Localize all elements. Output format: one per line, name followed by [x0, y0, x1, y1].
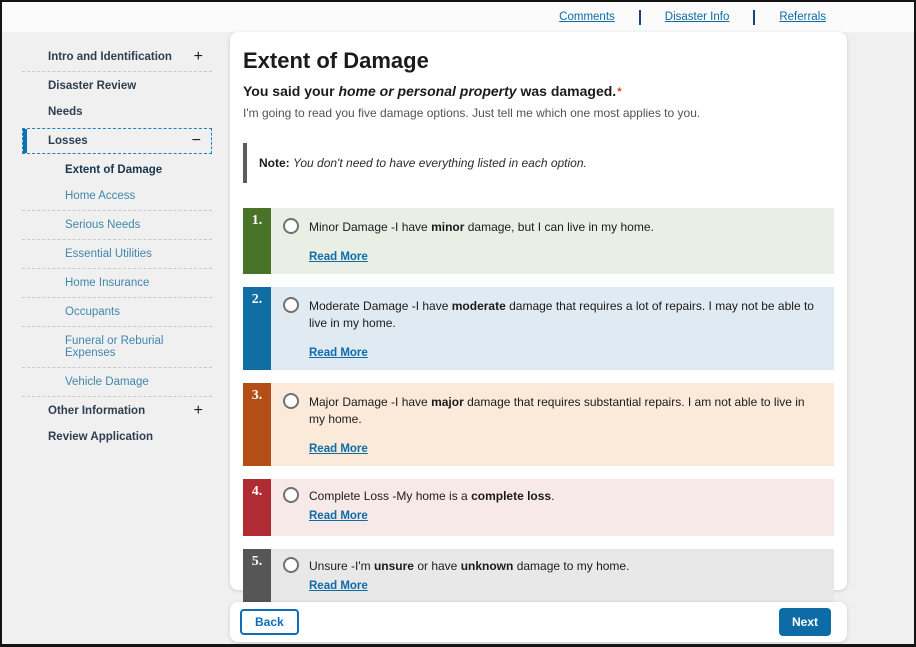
- plus-icon[interactable]: +: [194, 406, 203, 416]
- navigation-footer: Back Next: [230, 602, 847, 642]
- sidebar-item-serious-needs[interactable]: Serious Needs: [22, 212, 212, 238]
- sidebar-item-label: Home Access: [65, 190, 135, 202]
- read-more-link[interactable]: Read More: [309, 510, 368, 522]
- question-text-italic: home or personal property: [338, 83, 516, 99]
- note-callout: Note: You don't need to have everything …: [243, 143, 834, 183]
- option-minor-damage: 1. Minor Damage -I have minor damage, bu…: [243, 208, 834, 274]
- read-more-link[interactable]: Read More: [309, 580, 368, 592]
- option-text: Complete Loss -My home is a complete los…: [309, 487, 554, 505]
- referrals-link[interactable]: Referrals: [779, 11, 826, 23]
- radio-button[interactable]: [283, 487, 299, 503]
- radio-button[interactable]: [283, 393, 299, 409]
- sidebar-item-label: Home Insurance: [65, 277, 149, 289]
- divider: [22, 268, 212, 269]
- application-window: Comments Disaster Info Referrals Intro a…: [0, 0, 916, 647]
- radio-button[interactable]: [283, 557, 299, 573]
- next-button[interactable]: Next: [779, 608, 831, 636]
- main-content-card: Extent of Damage You said your home or p…: [230, 32, 847, 590]
- sidebar-item-label: Funeral or Reburial Expenses: [65, 335, 203, 359]
- divider: [22, 297, 212, 298]
- option-text: Minor Damage -I have minor damage, but I…: [309, 218, 654, 236]
- sidebar-item-label: Intro and Identification: [48, 51, 172, 63]
- sidebar-item-label: Occupants: [65, 306, 120, 318]
- divider: [753, 10, 755, 25]
- sidebar-item-label: Vehicle Damage: [65, 376, 149, 388]
- read-more-link[interactable]: Read More: [309, 251, 368, 263]
- divider: [22, 367, 212, 368]
- damage-options-list: 1. Minor Damage -I have minor damage, bu…: [243, 208, 834, 606]
- instruction-text: I'm going to read you five damage option…: [243, 106, 834, 120]
- sidebar-item-home-access[interactable]: Home Access: [22, 183, 212, 209]
- top-navigation-bar: Comments Disaster Info Referrals: [2, 2, 914, 32]
- read-more-link[interactable]: Read More: [309, 443, 368, 455]
- sidebar-item-label: Extent of Damage: [65, 164, 162, 176]
- option-complete-loss: 4. Complete Loss -My home is a complete …: [243, 479, 834, 536]
- sidebar-item-intro-and-identification[interactable]: Intro and Identification +: [22, 44, 212, 70]
- question-text-part: You said your: [243, 83, 338, 99]
- option-row: Complete Loss -My home is a complete los…: [271, 479, 834, 536]
- divider: [22, 71, 212, 72]
- sidebar-item-label: Losses: [48, 135, 88, 147]
- comments-link[interactable]: Comments: [559, 11, 615, 23]
- divider: [639, 10, 641, 25]
- sidebar-item-label: Review Application: [48, 431, 153, 443]
- note-label: Note:: [259, 156, 290, 170]
- note-text: You don't need to have everything listed…: [293, 156, 587, 170]
- read-more-link[interactable]: Read More: [309, 347, 368, 359]
- sidebar-item-disaster-review[interactable]: Disaster Review: [22, 73, 212, 99]
- option-text: Unsure -I'm unsure or have unknown damag…: [309, 557, 629, 575]
- option-number: 1.: [243, 208, 271, 274]
- option-number: 5.: [243, 549, 271, 606]
- radio-button[interactable]: [283, 218, 299, 234]
- sidebar-item-occupants[interactable]: Occupants: [22, 299, 212, 325]
- option-moderate-damage: 2. Moderate Damage -I have moderate dama…: [243, 287, 834, 370]
- option-row: Unsure -I'm unsure or have unknown damag…: [271, 549, 834, 606]
- sidebar-item-label: Serious Needs: [65, 219, 140, 231]
- sidebar-item-other-information[interactable]: Other Information +: [22, 398, 212, 424]
- divider: [22, 210, 212, 211]
- radio-button[interactable]: [283, 297, 299, 313]
- sidebar-item-needs[interactable]: Needs: [22, 99, 212, 125]
- sidebar-item-label: Disaster Review: [48, 80, 136, 92]
- sidebar-item-funeral-or-reburial-expenses[interactable]: Funeral or Reburial Expenses: [22, 328, 212, 366]
- sidebar-item-home-insurance[interactable]: Home Insurance: [22, 270, 212, 296]
- active-section-bar: [23, 129, 27, 153]
- back-button[interactable]: Back: [240, 609, 299, 635]
- option-major-damage: 3. Major Damage -I have major damage tha…: [243, 383, 834, 466]
- plus-icon[interactable]: +: [194, 52, 203, 62]
- option-number: 2.: [243, 287, 271, 370]
- sidebar-item-label: Needs: [48, 106, 83, 118]
- question-text: You said your home or personal property …: [243, 83, 834, 99]
- sidebar-item-extent-of-damage[interactable]: Extent of Damage: [22, 157, 212, 183]
- divider: [22, 396, 212, 397]
- option-row: Moderate Damage -I have moderate damage …: [271, 287, 834, 370]
- option-row: Minor Damage -I have minor damage, but I…: [271, 208, 834, 274]
- sidebar-item-review-application[interactable]: Review Application: [22, 424, 212, 450]
- sidebar-item-label: Essential Utilities: [65, 248, 152, 260]
- option-unsure: 5. Unsure -I'm unsure or have unknown da…: [243, 549, 834, 606]
- required-asterisk: *: [617, 86, 621, 98]
- sidebar-item-essential-utilities[interactable]: Essential Utilities: [22, 241, 212, 267]
- page-title: Extent of Damage: [243, 48, 834, 74]
- sidebar-item-vehicle-damage[interactable]: Vehicle Damage: [22, 369, 212, 395]
- option-number: 3.: [243, 383, 271, 466]
- option-text: Moderate Damage -I have moderate damage …: [309, 297, 822, 332]
- divider: [22, 326, 212, 327]
- option-number: 4.: [243, 479, 271, 536]
- minus-icon[interactable]: −: [192, 136, 201, 146]
- sidebar-item-losses[interactable]: Losses −: [22, 128, 212, 154]
- section-sidebar: Intro and Identification + Disaster Revi…: [22, 44, 212, 450]
- question-text-part: was damaged.: [517, 83, 617, 99]
- disaster-info-link[interactable]: Disaster Info: [665, 11, 730, 23]
- option-text: Major Damage -I have major damage that r…: [309, 393, 822, 428]
- divider: [22, 239, 212, 240]
- option-row: Major Damage -I have major damage that r…: [271, 383, 834, 466]
- sidebar-item-label: Other Information: [48, 405, 145, 417]
